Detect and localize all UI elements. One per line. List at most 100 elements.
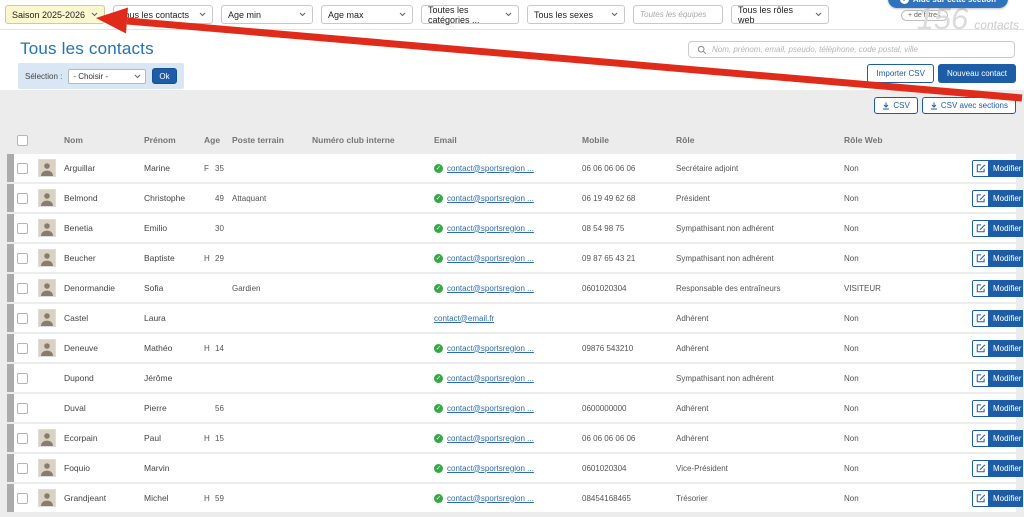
col-prenom: Prénom: [144, 135, 204, 145]
chevron-down-icon: [505, 12, 512, 17]
chevron-down-icon: [399, 12, 406, 17]
contact-email-link[interactable]: contact@sportsregion ...: [447, 404, 534, 413]
age-min-filter-label: Age min: [228, 10, 261, 20]
modifier-button[interactable]: Modifier: [972, 370, 1023, 387]
contact-role: Secrétaire adjoint: [676, 164, 844, 173]
contact-mobile: 0601020304: [582, 284, 676, 293]
modifier-button[interactable]: Modifier: [972, 160, 1023, 177]
saison-filter-label: Saison 2025-2026: [12, 10, 85, 20]
modifier-button[interactable]: Modifier: [972, 400, 1023, 417]
contact-prenom: Christophe: [144, 193, 204, 203]
contact-email-link[interactable]: contact@sportsregion ...: [447, 494, 534, 503]
selection-group: Sélection : - Choisir - Ok: [18, 63, 184, 89]
row-checkbox[interactable]: [17, 493, 28, 504]
help-badge[interactable]: i Aide sur cette section: [888, 0, 1008, 8]
contact-prenom: Baptiste: [144, 253, 204, 263]
contact-prenom: Paul: [144, 433, 204, 443]
select-all-checkbox[interactable]: [17, 135, 28, 146]
table-row: Grandjeant Michel H 59 ✓ contact@sportsr…: [7, 484, 1016, 512]
contact-role-web: Non: [844, 164, 972, 173]
equipes-filter-input[interactable]: [633, 5, 723, 24]
contact-prenom: Michel: [144, 493, 204, 503]
contact-email-link[interactable]: contact@sportsregion ...: [447, 464, 534, 473]
contact-role-web: Non: [844, 224, 972, 233]
modifier-button[interactable]: Modifier: [972, 280, 1023, 297]
contact-prenom: Emilio: [144, 223, 204, 233]
contact-type-filter-select[interactable]: Tous les contacts: [113, 5, 213, 24]
age-max-filter-select[interactable]: Age max: [321, 5, 413, 24]
chevron-down-icon: [611, 12, 618, 17]
person-icon: [39, 489, 55, 507]
contact-mobile: 0600000000: [582, 404, 676, 413]
modifier-button[interactable]: Modifier: [972, 310, 1023, 327]
avatar: [38, 219, 56, 237]
export-csv-sections-label: CSV avec sections: [941, 101, 1008, 110]
email-verified-icon: ✓: [434, 434, 443, 443]
export-csv-button[interactable]: CSV: [874, 97, 917, 114]
person-icon: [39, 459, 55, 477]
contact-email-link[interactable]: contact@sportsregion ...: [447, 164, 534, 173]
contact-role: Adhérent: [676, 344, 844, 353]
table-row: Beucher Baptiste H 29 ✓ contact@sportsre…: [7, 244, 1016, 272]
row-checkbox[interactable]: [17, 283, 28, 294]
modifier-button[interactable]: Modifier: [972, 340, 1023, 357]
contact-email-link[interactable]: contact@sportsregion ...: [447, 434, 534, 443]
avatar: [38, 489, 56, 507]
avatar: [38, 159, 56, 177]
saison-filter-select[interactable]: Saison 2025-2026: [5, 5, 105, 24]
row-checkbox[interactable]: [17, 403, 28, 414]
row-checkbox[interactable]: [17, 373, 28, 384]
contact-age: 15: [215, 434, 232, 443]
export-buttons: CSV CSV avec sections: [874, 97, 1016, 114]
modifier-button-label: Modifier: [988, 251, 1023, 266]
download-icon: [930, 102, 938, 110]
categories-filter-select[interactable]: Toutes les catégories ...: [421, 5, 519, 24]
row-checkbox[interactable]: [17, 343, 28, 354]
row-checkbox[interactable]: [17, 313, 28, 324]
contact-email-link[interactable]: contact@sportsregion ...: [447, 254, 534, 263]
ok-button[interactable]: Ok: [152, 68, 176, 84]
help-badge-label: Aide sur cette section: [913, 0, 996, 4]
modifier-button[interactable]: Modifier: [972, 250, 1023, 267]
edit-pencil-icon: [973, 371, 988, 386]
contact-nom: Belmond: [64, 193, 144, 203]
row-checkbox[interactable]: [17, 433, 28, 444]
row-checkbox[interactable]: [17, 193, 28, 204]
age-min-filter-select[interactable]: Age min: [221, 5, 313, 24]
email-verified-icon: ✓: [434, 494, 443, 503]
export-csv-sections-button[interactable]: CSV avec sections: [922, 97, 1016, 114]
search-input[interactable]: [712, 45, 1006, 54]
contact-email-link[interactable]: contact@sportsregion ...: [447, 374, 534, 383]
row-checkbox[interactable]: [17, 463, 28, 474]
contacts-page: Saison 2025-2026 Tous les contacts Age m…: [0, 0, 1024, 517]
contact-email-link[interactable]: contact@sportsregion ...: [447, 344, 534, 353]
contact-email-link[interactable]: contact@email.fr: [434, 314, 494, 323]
modifier-button[interactable]: Modifier: [972, 490, 1023, 507]
contact-email-link[interactable]: contact@sportsregion ...: [447, 284, 534, 293]
contact-email-link[interactable]: contact@sportsregion ...: [447, 224, 534, 233]
row-checkbox[interactable]: [17, 223, 28, 234]
contact-role-web: Non: [844, 434, 972, 443]
import-csv-button[interactable]: Importer CSV: [867, 64, 933, 83]
edit-pencil-icon: [973, 341, 988, 356]
email-verified-icon: ✓: [434, 194, 443, 203]
new-contact-button[interactable]: Nouveau contact: [938, 64, 1016, 83]
sexes-filter-select[interactable]: Tous les sexes: [527, 5, 625, 24]
roles-web-filter-select[interactable]: Tous les rôles web: [731, 5, 829, 24]
email-verified-icon: ✓: [434, 374, 443, 383]
contact-email-link[interactable]: contact@sportsregion ...: [447, 194, 534, 203]
contact-sexe: H: [204, 344, 215, 353]
selection-label: Sélection :: [25, 72, 62, 81]
contact-age: 14: [215, 344, 232, 353]
modifier-button[interactable]: Modifier: [972, 460, 1023, 477]
row-checkbox[interactable]: [17, 163, 28, 174]
avatar: [38, 429, 56, 447]
selection-select[interactable]: - Choisir -: [68, 69, 146, 84]
modifier-button[interactable]: Modifier: [972, 220, 1023, 237]
modifier-button[interactable]: Modifier: [972, 430, 1023, 447]
more-filters-button[interactable]: + de filtres: [901, 10, 948, 21]
row-checkbox[interactable]: [17, 253, 28, 264]
modifier-button[interactable]: Modifier: [972, 190, 1023, 207]
contact-role: Sympathisant non adhérent: [676, 374, 844, 383]
contact-role-web: VISITEUR: [844, 284, 972, 293]
